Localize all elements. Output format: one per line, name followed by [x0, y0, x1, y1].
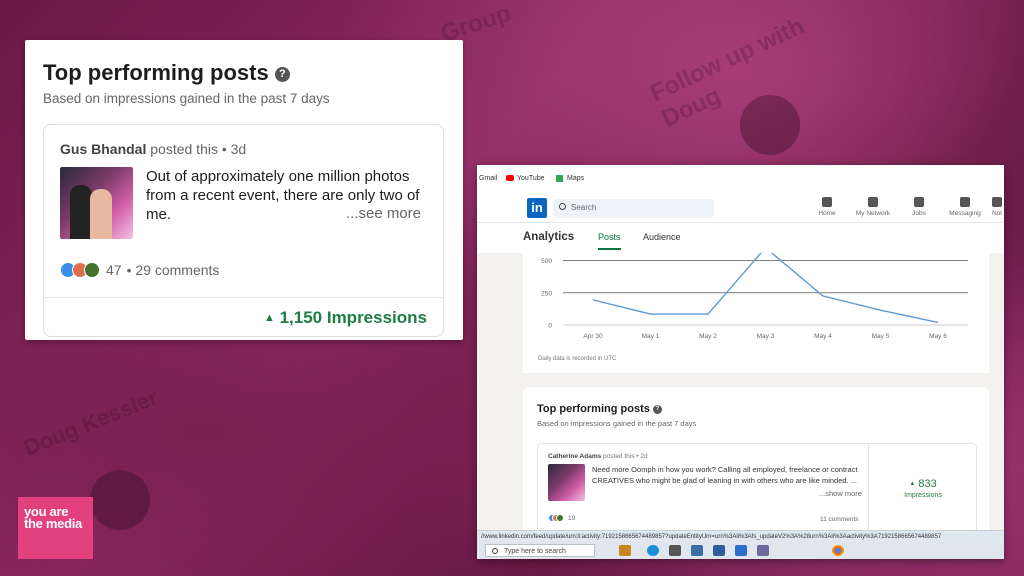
- impressions-count[interactable]: ▲ 833: [868, 478, 978, 490]
- help-icon[interactable]: ?: [652, 404, 662, 414]
- post-reactions[interactable]: 19: [548, 514, 575, 522]
- search-icon: [492, 548, 498, 554]
- maps-icon: [556, 175, 563, 182]
- background-avatar-shape: [740, 95, 800, 155]
- post-thumbnail[interactable]: [548, 464, 585, 501]
- bookmark-maps[interactable]: Maps: [567, 175, 584, 182]
- card-subtitle: Based on impressions gained in the past …: [43, 91, 330, 106]
- post-author[interactable]: Catherine Adams: [548, 453, 601, 460]
- impressions-chart: 0 250 500 Apr 30 May 1 May 2 May 3 May 4 May 5 Ma…: [523, 253, 989, 373]
- tab-audience[interactable]: Audience: [643, 232, 681, 242]
- messaging-icon: [960, 197, 970, 207]
- status-bar-url: //www.linkedin.com/feed/update/urn:li:ac…: [477, 530, 1004, 542]
- nav-home[interactable]: Home: [817, 195, 837, 217]
- card-subtitle: Based on impressions gained in the past …: [537, 419, 697, 428]
- post-author[interactable]: Gus Bhandal: [60, 141, 146, 157]
- taskbar-search-input[interactable]: Type here to search: [485, 544, 595, 557]
- network-icon: [868, 197, 878, 207]
- linkedin-analytics-screenshot: Gmail YouTube Maps in Search Home My Net…: [477, 165, 1004, 559]
- home-icon: [822, 197, 832, 207]
- app-icon[interactable]: [713, 545, 725, 556]
- post-reactions[interactable]: 47 • 29 comments: [60, 262, 219, 278]
- search-icon: [559, 203, 566, 210]
- post-author-line: Catherine Adams posted this • 2d: [548, 453, 648, 460]
- card-title: Top performing posts ?: [43, 60, 290, 86]
- nav-notifications[interactable]: Not: [990, 195, 1004, 217]
- impressions-series-line: [592, 253, 939, 324]
- nav-my-network[interactable]: My Network: [852, 195, 894, 217]
- post-meta: posted this • 3d: [150, 141, 247, 157]
- x-tick-label: May 2: [699, 333, 717, 340]
- x-tick-label: Apr 30: [583, 333, 603, 340]
- bookmark-youtube[interactable]: YouTube: [517, 175, 545, 182]
- support-icon: [556, 514, 564, 522]
- support-icon: [84, 262, 100, 278]
- linkedin-navbar: in Search Home My Network Jobs Messaging…: [477, 193, 1004, 223]
- analytics-label: Analytics: [523, 231, 575, 243]
- post-text: Need more Oomph in how you work? Calling…: [592, 465, 858, 485]
- see-more-link[interactable]: ...see more: [346, 205, 421, 222]
- y-tick-label: 0: [548, 323, 552, 330]
- divider: [44, 297, 443, 298]
- y-tick-label: 500: [541, 258, 552, 265]
- analytics-tabs: Analytics Posts Audience: [477, 223, 1004, 253]
- you-are-the-media-logo: you are the media: [18, 497, 93, 559]
- tab-posts[interactable]: Posts: [598, 232, 621, 250]
- windows-taskbar: Type here to search: [477, 542, 1004, 559]
- x-tick-label: May 4: [814, 333, 832, 340]
- edge-icon[interactable]: [647, 545, 659, 556]
- post-item[interactable]: Catherine Adams posted this • 2d Need mo…: [537, 443, 977, 533]
- jobs-icon: [914, 197, 924, 207]
- help-icon[interactable]: ?: [274, 66, 290, 82]
- post-thumbnail[interactable]: [60, 167, 133, 239]
- line-chart: 0 250 500 Apr 30 May 1 May 2 May 3 May 4 May 5 Ma…: [541, 253, 968, 340]
- search-input[interactable]: Search: [553, 199, 714, 217]
- post-item[interactable]: Gus Bhandal posted this • 3d Out of appr…: [43, 124, 444, 337]
- card-title: Top performing posts ?: [537, 403, 662, 415]
- x-tick-label: May 6: [929, 333, 947, 340]
- app-icon[interactable]: [757, 545, 769, 556]
- up-arrow-icon: ▲: [909, 481, 916, 487]
- linkedin-logo[interactable]: in: [527, 198, 547, 218]
- nav-messaging[interactable]: Messaging: [947, 195, 983, 217]
- up-arrow-icon: ▲: [263, 312, 275, 324]
- background-avatar-shape: [90, 470, 150, 530]
- store-icon[interactable]: [691, 545, 703, 556]
- y-tick-label: 250: [541, 290, 552, 297]
- bookmarks-bar: Gmail YouTube Maps: [477, 165, 1004, 193]
- post-author-line: Gus Bhandal posted this • 3d: [60, 141, 246, 157]
- file-explorer-icon[interactable]: [619, 545, 631, 556]
- show-more-link[interactable]: ...show more: [819, 489, 862, 498]
- bell-icon: [992, 197, 1002, 207]
- reaction-count: 19: [568, 514, 576, 522]
- impressions-count[interactable]: ▲ 1,150 Impressions: [264, 308, 427, 328]
- reaction-count: 47: [106, 262, 122, 278]
- bookmark-gmail[interactable]: Gmail: [479, 175, 497, 182]
- app-icon[interactable]: [669, 545, 681, 556]
- post-meta: posted this • 2d: [603, 453, 648, 460]
- background-text-doug-kessler: Doug Kessler: [20, 384, 162, 461]
- chrome-icon[interactable]: [832, 545, 844, 556]
- youtube-icon: [506, 175, 514, 181]
- x-tick-label: May 1: [642, 333, 660, 340]
- comment-count[interactable]: 11 comments: [820, 516, 859, 523]
- top-performing-posts-card: Top performing posts ? Based on impressi…: [25, 40, 463, 340]
- x-tick-label: May 3: [757, 333, 775, 340]
- utc-note: Daily data is recorded in UTC: [538, 356, 617, 362]
- impressions-label: Impressions: [904, 492, 942, 499]
- app-icon[interactable]: [735, 545, 747, 556]
- comment-count[interactable]: • 29 comments: [127, 262, 220, 278]
- nav-jobs[interactable]: Jobs: [909, 195, 929, 217]
- x-tick-label: May 5: [872, 333, 890, 340]
